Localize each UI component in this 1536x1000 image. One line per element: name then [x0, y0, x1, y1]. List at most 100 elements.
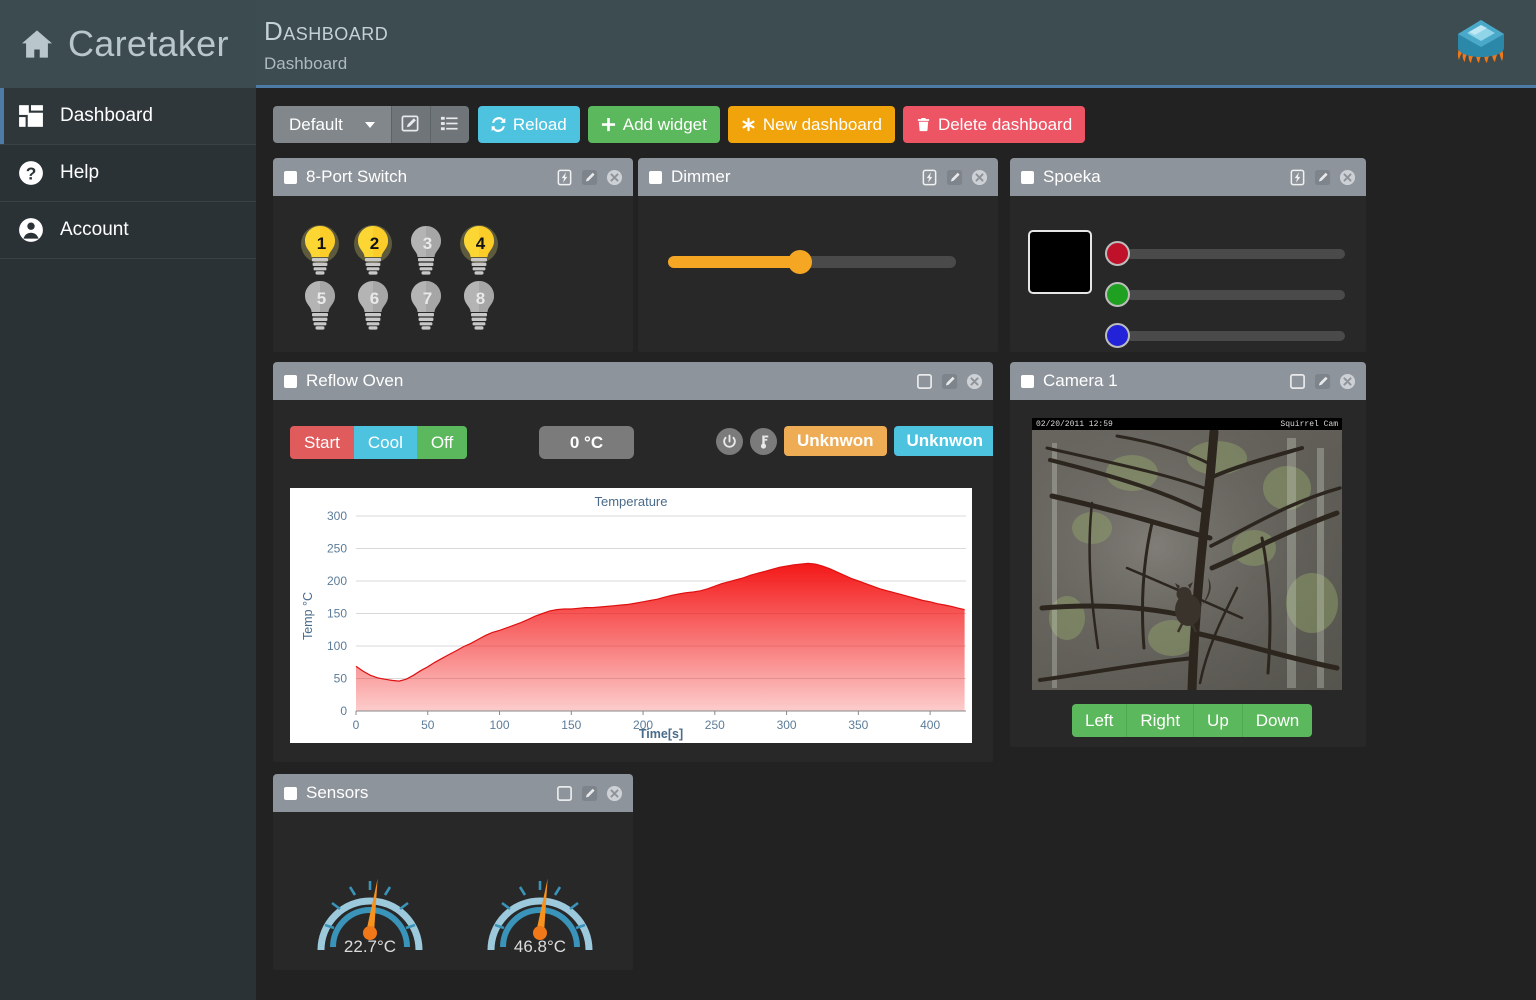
blue-slider-handle[interactable]	[1105, 323, 1130, 348]
rgb-slider-blue[interactable]	[1105, 323, 1345, 348]
camera-right-button[interactable]: Right	[1127, 704, 1195, 737]
pencil-icon[interactable]	[946, 169, 963, 186]
sidebar-item-dashboard[interactable]: Dashboard	[0, 88, 256, 145]
bulb-toggle-2[interactable]: 2	[348, 224, 401, 279]
widget-tools	[1289, 169, 1356, 186]
bulb-grid: 1 2 3 4 5 6 7 8	[273, 196, 633, 334]
widget-header: Dimmer	[638, 158, 998, 196]
bulb-label: 3	[422, 234, 433, 253]
color-preview-swatch[interactable]	[1028, 230, 1092, 294]
asterisk-icon	[741, 117, 756, 132]
bulb-toggle-5[interactable]: 5	[295, 279, 348, 334]
widget-header: Spoeka	[1010, 158, 1366, 196]
camera-up-button[interactable]: Up	[1194, 704, 1243, 737]
widget-select-checkbox[interactable]	[1021, 374, 1034, 388]
bulb-label: 2	[369, 234, 380, 253]
close-icon[interactable]	[1339, 169, 1356, 186]
maximize-icon[interactable]	[556, 785, 573, 802]
red-slider-handle[interactable]	[1105, 241, 1130, 266]
widget-8-port-switch: 8-Port Switch 1 2 3 4 5 6 7 8	[273, 158, 633, 352]
close-icon[interactable]	[966, 373, 983, 390]
widget-header: Camera 1	[1010, 362, 1366, 400]
svg-text:50: 50	[421, 718, 435, 732]
oven-start-button[interactable]: Start	[290, 426, 354, 459]
dashboard-select[interactable]: Default	[273, 106, 391, 143]
close-icon[interactable]	[971, 169, 988, 186]
svg-text:100: 100	[490, 718, 510, 732]
svg-text:200: 200	[327, 574, 347, 588]
widget-tools	[556, 169, 623, 186]
widget-select-checkbox[interactable]	[284, 374, 297, 388]
rgb-slider-green[interactable]	[1105, 282, 1345, 307]
widget-body: 22.7°C 46.8°C	[273, 812, 633, 970]
pencil-icon[interactable]	[941, 373, 958, 390]
add-widget-label: Add widget	[622, 114, 707, 134]
page-title: Dashboard	[264, 16, 389, 46]
bulb-toggle-1[interactable]: 1	[295, 224, 348, 279]
trash-icon	[916, 117, 931, 132]
widget-select-checkbox[interactable]	[284, 170, 297, 184]
camera-feed[interactable]: 02/20/2011 12:59 Squirrel Cam	[1032, 418, 1342, 690]
bulb-label: 7	[422, 289, 433, 308]
oven-cool-button[interactable]: Cool	[353, 426, 417, 459]
oven-off-button[interactable]: Off	[416, 426, 468, 459]
oven-status-badge-1: Unknwon	[784, 426, 887, 456]
thermometer-icon[interactable]	[750, 427, 777, 455]
widget-header: Reflow Oven	[273, 362, 993, 400]
sidebar-item-account[interactable]: Account	[0, 202, 256, 259]
sidebar-item-label: Account	[60, 219, 129, 240]
close-icon[interactable]	[606, 785, 623, 802]
maximize-icon[interactable]	[1289, 373, 1306, 390]
bulb-toggle-7[interactable]: 7	[401, 279, 454, 334]
close-icon[interactable]	[1339, 373, 1356, 390]
gauge-sensor-2: 46.8°C	[475, 850, 605, 957]
widget-title: Sensors	[306, 783, 369, 802]
refresh-icon	[491, 117, 506, 132]
camera-down-button[interactable]: Down	[1242, 704, 1313, 737]
delete-dashboard-button[interactable]: Delete dashboard	[902, 106, 1086, 143]
reload-button[interactable]: Reload	[477, 106, 580, 143]
widget-spoeka: Spoeka	[1010, 158, 1366, 352]
widget-select-checkbox[interactable]	[284, 786, 297, 800]
user-circle-icon	[18, 217, 44, 243]
widget-select-checkbox[interactable]	[649, 170, 662, 184]
new-dashboard-button[interactable]: New dashboard	[727, 106, 895, 143]
bulb-toggle-3[interactable]: 3	[401, 224, 454, 279]
svg-text:300: 300	[777, 718, 797, 732]
svg-text:50: 50	[334, 672, 348, 686]
dimmer-slider[interactable]	[668, 250, 956, 274]
widget-select-checkbox[interactable]	[1021, 170, 1034, 184]
green-slider-track[interactable]	[1126, 289, 1345, 300]
flash-icon[interactable]	[1289, 169, 1306, 186]
red-slider-track[interactable]	[1126, 248, 1345, 259]
rgb-slider-red[interactable]	[1105, 241, 1345, 266]
oven-status-badge-2: Unknwon	[893, 426, 993, 456]
bulb-toggle-8[interactable]: 8	[454, 279, 507, 334]
pencil-icon[interactable]	[581, 785, 598, 802]
green-slider-handle[interactable]	[1105, 282, 1130, 307]
flash-icon[interactable]	[921, 169, 938, 186]
delete-dashboard-label: Delete dashboard	[937, 114, 1073, 134]
power-icon[interactable]	[716, 427, 743, 455]
pencil-icon[interactable]	[1314, 373, 1331, 390]
maximize-icon[interactable]	[916, 373, 933, 390]
blue-slider-track[interactable]	[1126, 330, 1345, 341]
dashboard-page: Caretaker Dashboard Dashboard Dashboard …	[0, 0, 1536, 1000]
bulb-toggle-4[interactable]: 4	[454, 224, 507, 279]
dashboard-toolbar: Default Reload Add widget New dashboard …	[273, 106, 1093, 143]
bulb-toggle-6[interactable]: 6	[348, 279, 401, 334]
svg-text:300: 300	[327, 509, 347, 523]
pencil-icon[interactable]	[1314, 169, 1331, 186]
edit-dashboard-button[interactable]	[390, 106, 430, 143]
pencil-icon[interactable]	[581, 169, 598, 186]
list-dashboards-button[interactable]	[429, 106, 469, 143]
close-icon[interactable]	[606, 169, 623, 186]
edit-square-icon	[401, 114, 420, 136]
brand[interactable]: Caretaker	[0, 0, 256, 88]
sidebar-item-help[interactable]: ? Help	[0, 145, 256, 202]
camera-left-button[interactable]: Left	[1072, 704, 1128, 737]
dimmer-slider-handle[interactable]	[788, 250, 813, 274]
dimmer-slider-fill	[668, 256, 801, 268]
flash-icon[interactable]	[556, 169, 573, 186]
add-widget-button[interactable]: Add widget	[587, 106, 720, 143]
